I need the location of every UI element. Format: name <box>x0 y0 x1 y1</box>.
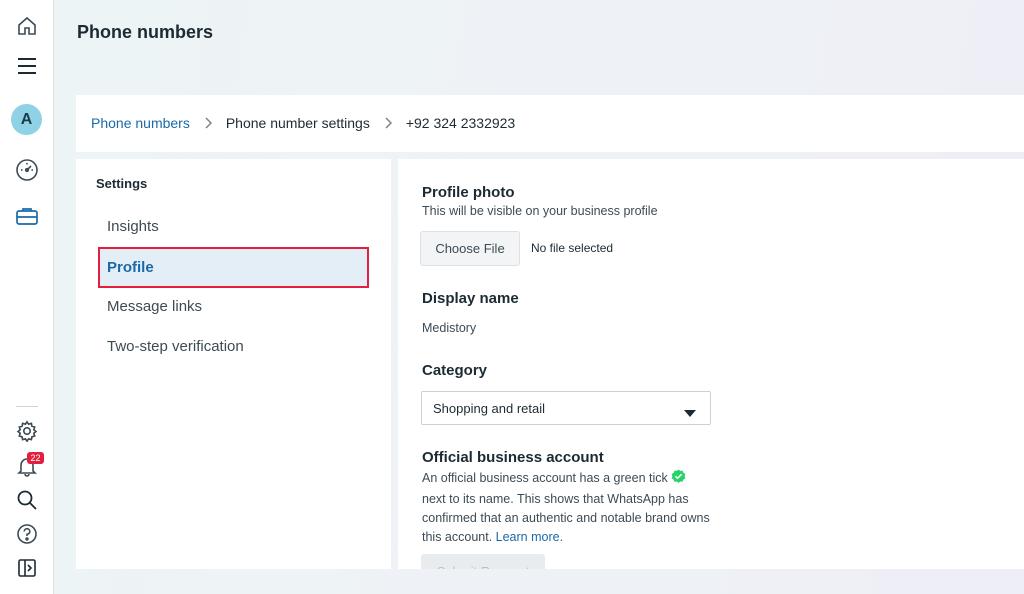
settings-item-label: Insights <box>107 217 159 235</box>
breadcrumb-card: Phone numbers Phone number settings +92 … <box>76 95 1024 152</box>
breadcrumb-phone-number-settings[interactable]: Phone number settings <box>226 115 370 131</box>
settings-item-two-step-verification[interactable]: Two-step verification <box>100 327 368 365</box>
category-title: Category <box>422 362 488 379</box>
settings-panel: Settings Insights Profile Message links … <box>76 159 391 569</box>
learn-more-link[interactable]: Learn more. <box>496 530 563 544</box>
category-select[interactable]: Shopping and retail <box>421 391 711 425</box>
submit-request-button[interactable]: Submit Request <box>421 554 545 569</box>
choose-file-button[interactable]: Choose File <box>420 231 520 266</box>
display-name-value: Medistory <box>422 321 477 335</box>
display-name-title: Display name <box>422 290 519 307</box>
chevron-right-icon <box>384 117 392 129</box>
gear-icon[interactable] <box>10 414 44 448</box>
settings-heading: Settings <box>96 176 148 191</box>
briefcase-icon[interactable] <box>10 199 44 233</box>
home-icon[interactable] <box>10 9 44 43</box>
file-status-text: No file selected <box>531 241 614 255</box>
category-selected-value: Shopping and retail <box>433 400 546 416</box>
dashboard-gauge-icon[interactable] <box>10 153 44 187</box>
notification-count-badge: 22 <box>27 452 44 464</box>
breadcrumb-current-number: +92 324 2332923 <box>405 115 516 131</box>
official-description-part2: next to its name. This shows that WhatsA… <box>422 492 710 544</box>
account-avatar[interactable]: A <box>11 104 42 135</box>
menu-icon[interactable] <box>10 49 44 83</box>
green-check-icon <box>671 469 686 490</box>
rail-divider <box>16 406 38 407</box>
profile-photo-description: This will be visible on your business pr… <box>422 204 658 218</box>
page-title: Phone numbers <box>77 22 214 42</box>
official-account-title: Official business account <box>422 449 604 466</box>
avatar-initial: A <box>20 110 33 128</box>
breadcrumb: Phone numbers Phone number settings +92 … <box>91 115 515 131</box>
left-nav-rail: A 22 <box>0 0 54 594</box>
settings-item-profile[interactable]: Profile <box>98 247 369 288</box>
chevron-right-icon <box>204 117 212 129</box>
caret-down-icon <box>684 405 696 420</box>
official-account-description: An official business account has a green… <box>422 469 712 547</box>
official-description-part1: An official business account has a green… <box>422 471 668 485</box>
profile-photo-title: Profile photo <box>422 184 515 201</box>
settings-item-label: Profile <box>107 259 154 276</box>
help-icon[interactable] <box>10 517 44 551</box>
profile-detail-panel: Profile photo This will be visible on yo… <box>398 159 1024 569</box>
settings-item-message-links[interactable]: Message links <box>100 287 368 325</box>
settings-item-label: Two-step verification <box>107 337 244 355</box>
search-icon[interactable] <box>10 483 44 517</box>
collapse-panel-icon[interactable] <box>10 551 44 585</box>
breadcrumb-phone-numbers-link[interactable]: Phone numbers <box>91 115 190 131</box>
settings-item-insights[interactable]: Insights <box>100 207 368 245</box>
settings-item-label: Message links <box>107 297 203 315</box>
